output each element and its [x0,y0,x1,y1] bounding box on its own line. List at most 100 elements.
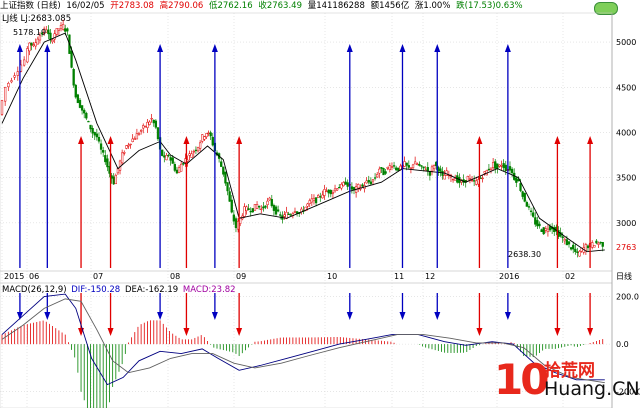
candle-body [36,38,39,45]
time-tick-label: 2015 [4,272,24,281]
candle-body [544,228,547,231]
candle-body [445,170,448,176]
candle-body [443,175,446,180]
candle-body [418,163,421,166]
candle-body [561,236,564,239]
candle-body [196,147,200,152]
candle-body [22,59,26,66]
arrow-head [157,44,164,52]
candle-body [97,136,101,142]
candle-body [66,28,69,32]
candle-body [91,128,94,134]
candle-body [384,171,387,174]
candle-body [595,240,598,244]
candle-body [392,165,396,167]
candle-body [386,166,389,169]
time-tick-label: 09 [236,272,246,281]
candle-body [28,42,31,52]
candle-body [597,242,600,245]
candle-body [576,251,579,253]
current-price-label: 2763 [616,243,636,252]
candle-body [135,133,139,140]
candle-body [264,205,267,208]
candle-body [340,184,343,189]
candle-body [510,168,514,174]
candle-body [367,179,370,183]
candle-body [180,163,183,172]
candle-body [203,136,206,140]
candle-body [487,168,491,171]
candle-body [148,121,151,125]
time-tick-label: 08 [170,272,180,281]
arrow-head [504,312,511,320]
candle-body [542,227,545,235]
time-tick-label: 07 [93,272,103,281]
candle-body [546,228,550,232]
arrow-head [476,328,483,336]
high-annotation: 5178.19 [13,28,46,37]
candle-body [331,191,335,194]
candle-body [373,177,377,179]
candle-body [376,174,379,178]
candle-body [578,251,581,257]
candle-body [55,28,58,35]
arrow-head [236,328,243,336]
candle-body [116,168,120,174]
candle-body [61,24,65,30]
time-tick-label: 11 [394,272,404,281]
candle-body [502,163,505,169]
candle-body [0,100,4,115]
candle-body [209,132,212,137]
price-chart[interactable]: 5000 4500 4000 3500 3000 2015 06 07 08 09 10 11 12 20… [0,0,640,408]
candle-body [529,210,533,212]
candle-body [230,199,233,213]
candle-body [26,48,29,63]
candle-body [329,190,332,195]
arrow-head [476,136,483,144]
arrow-head [554,328,561,336]
candle-body [342,182,345,187]
candle-body [211,136,214,146]
candle-body [51,39,54,43]
watermark-en: Huang.CN [544,378,640,400]
candle-body [169,157,172,161]
candle-body [163,155,166,158]
candle-body [430,166,434,172]
candle-body [371,179,375,182]
candle-body [574,248,577,253]
candle-body [106,158,109,168]
candle-body [220,161,223,167]
candle-body [276,209,280,212]
candle-body [16,71,19,76]
candle-body [432,165,436,170]
candle-body [78,99,82,108]
candle-body [154,120,158,128]
candle-body [188,153,191,156]
candle-body [182,163,185,165]
candle-body [10,80,13,83]
candle-body [325,190,328,193]
arrow-head [399,44,406,52]
candle-body [483,171,486,174]
arrow-head [587,136,594,144]
candle-body [523,192,526,202]
candle-body [538,223,541,227]
candle-body [365,180,368,184]
candle-body [481,177,484,180]
candle-body [114,174,117,185]
price-tick-label: 5000 [616,38,636,47]
candle-body [74,84,77,98]
time-tick-label: 06 [29,272,39,281]
candle-body [473,180,476,182]
candle-body [93,132,96,136]
candle-body [500,165,503,167]
candle-body [491,162,495,168]
candle-body [34,42,37,47]
candle-body [357,184,360,189]
candle-body [519,183,522,191]
candle-body [123,152,126,154]
watermark-logo: 10 [494,355,549,404]
candle-body [150,118,153,120]
x-axis-suffix: 日线 [616,271,632,281]
candle-body [333,188,337,192]
